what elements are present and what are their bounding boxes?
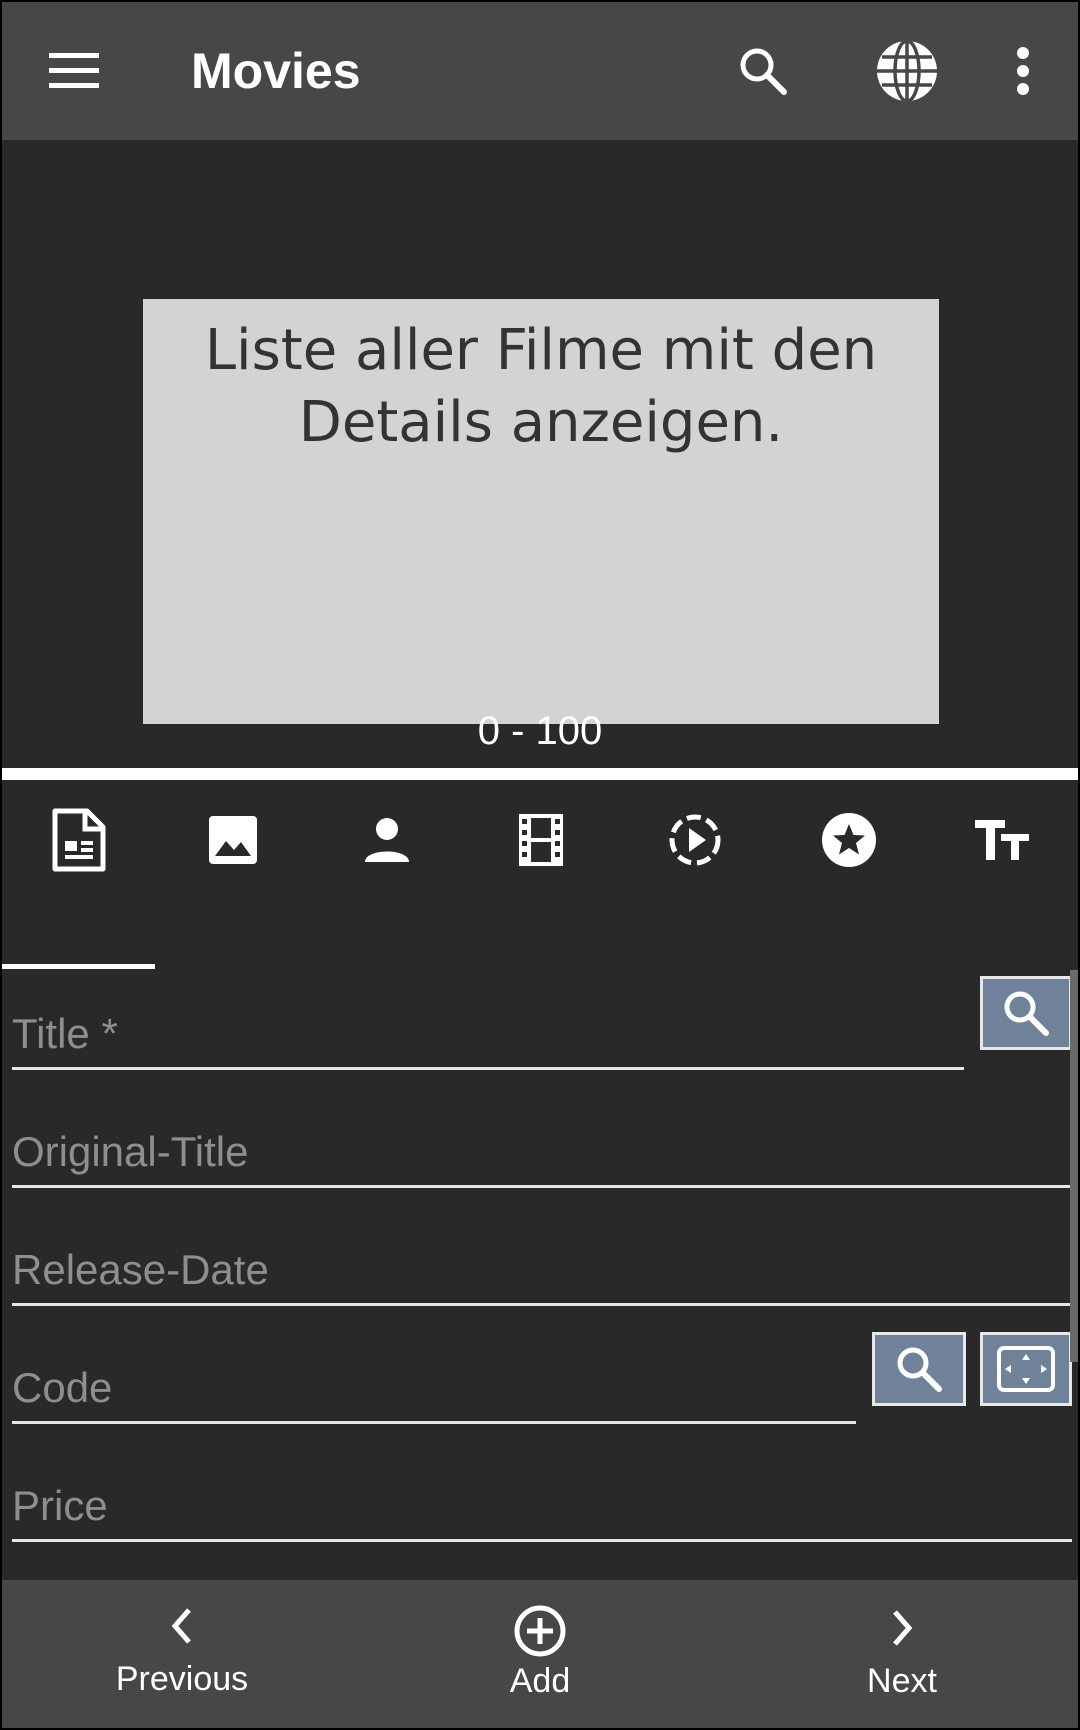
next-label: Next: [867, 1662, 937, 1700]
price-underline: [12, 1539, 1072, 1542]
tab-rating[interactable]: [772, 780, 926, 900]
search-icon: [1004, 991, 1049, 1036]
scan-icon: [997, 1346, 1055, 1392]
menu-icon[interactable]: [32, 2, 118, 140]
chevron-left-icon: [62, 1606, 302, 1646]
add-circle-icon: [422, 1604, 658, 1658]
tab-images[interactable]: [156, 780, 310, 900]
banner-text-line-1: Liste aller Filme mit den: [204, 318, 878, 383]
release-date-field[interactable]: Release-Date: [12, 1218, 1072, 1306]
search-icon: [897, 1347, 942, 1392]
tab-details[interactable]: [2, 780, 156, 900]
banner-slide[interactable]: Liste aller Filme mit den Details anzeig…: [143, 299, 939, 724]
title-search-button[interactable]: [980, 976, 1072, 1050]
tab-persons[interactable]: [310, 780, 464, 900]
bottom-navigation: Previous Add Next: [2, 1580, 1078, 1728]
original-title-underline: [12, 1185, 1072, 1188]
title-label: Title *: [12, 1010, 118, 1057]
add-button[interactable]: Add: [422, 1580, 658, 1728]
more-vert-icon[interactable]: [998, 2, 1048, 140]
price-label: Price: [12, 1482, 108, 1529]
code-underline: [12, 1421, 856, 1424]
document-icon: [52, 808, 106, 872]
page-indicator: 0 - 100: [477, 709, 603, 753]
text-size-icon: [975, 820, 1029, 860]
app-screen: Movies Liste aller Filme mit den Details…: [2, 2, 1078, 1728]
banner-text-line-2: Details anzeigen.: [298, 390, 784, 455]
code-search-button[interactable]: [872, 1332, 966, 1406]
release-date-underline: [12, 1303, 1072, 1306]
film-icon: [519, 814, 563, 866]
title-underline: [12, 1067, 964, 1070]
price-field[interactable]: Price: [12, 1454, 1072, 1542]
search-icon[interactable]: [718, 2, 808, 140]
tab-selected-indicator: [2, 964, 155, 969]
banner-area: Liste aller Filme mit den Details anzeig…: [2, 140, 1078, 768]
tab-film[interactable]: [464, 780, 618, 900]
app-toolbar: Movies: [2, 2, 1078, 140]
previous-label: Previous: [115, 1660, 249, 1698]
code-label: Code: [12, 1364, 113, 1411]
form-scrollbar[interactable]: [1070, 970, 1078, 1362]
tab-text[interactable]: [926, 780, 1080, 900]
release-date-label: Release-Date: [12, 1246, 269, 1293]
globe-icon[interactable]: [862, 2, 952, 140]
original-title-label: Original-Title: [12, 1128, 249, 1175]
tab-bar: [2, 780, 1078, 970]
chevron-right-icon: [782, 1608, 1022, 1648]
add-label: Add: [509, 1662, 571, 1700]
play-circle-icon: [669, 814, 721, 866]
person-icon: [365, 818, 409, 862]
star-icon: [822, 813, 876, 867]
code-field[interactable]: Code: [12, 1336, 856, 1424]
original-title-field[interactable]: Original-Title: [12, 1100, 1072, 1188]
section-divider: [2, 768, 1078, 780]
tab-playback[interactable]: [618, 780, 772, 900]
banner-text: Liste aller Filme mit den Details anzeig…: [143, 315, 939, 459]
page-title: Movies: [191, 43, 361, 99]
next-button[interactable]: Next: [782, 1580, 1022, 1728]
previous-button[interactable]: Previous: [62, 1580, 302, 1728]
code-scan-button[interactable]: [980, 1332, 1072, 1406]
title-field[interactable]: Title *: [12, 982, 964, 1070]
image-icon: [209, 816, 257, 864]
